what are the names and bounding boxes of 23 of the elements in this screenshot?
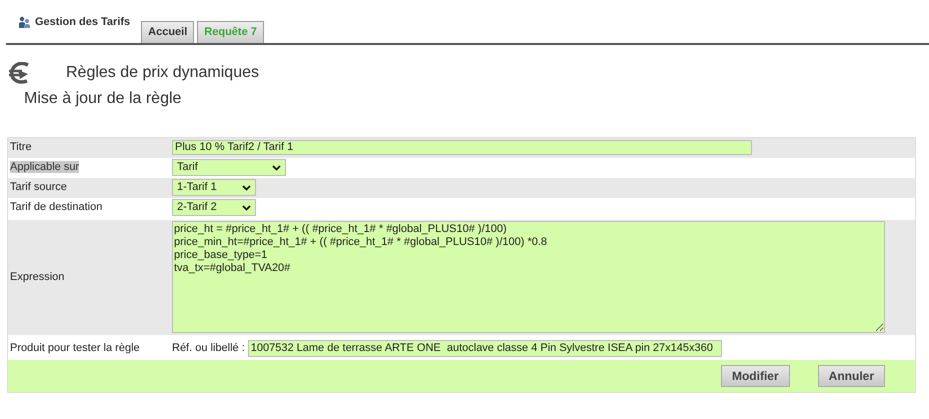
dropdown[interactable]: Tarif [172, 159, 286, 176]
field-label: Tarif source [10, 181, 67, 194]
product-field[interactable]: 1007532 Lame de terrasse ARTE ONE autoclave classe 4 Pin Sylvestre ISEA pin 27x145x360 [248, 340, 722, 357]
chevron-icon [272, 164, 281, 170]
expression-field[interactable]: price_ht = #price_ht_1# + (( #price_ht_1# * #global_PLUS10# )/100) price_min_ht=#price_ht_1# + (( #price_ht_1# * #global_PLUS10# )/100) *0.8 price_base_type=1 tva_tx=#global_TVA20# [172, 221, 885, 333]
field-label: Tarif de destination [10, 201, 102, 214]
action-button[interactable]: Modifier [720, 364, 790, 386]
app-title: Gestion des Tarifs [35, 15, 130, 30]
chevron-icon [242, 184, 251, 190]
field-label: Applicable sur [10, 161, 80, 174]
dropdown[interactable]: 2-Tarif 2 [172, 199, 256, 216]
field-label: Expression [10, 270, 64, 283]
people-icon [18, 16, 31, 29]
search-label: Réf. ou libellé : [172, 341, 245, 356]
dropdown[interactable]: 1-Tarif 1 [172, 179, 256, 196]
field-label: Titre [10, 141, 32, 154]
input-field[interactable]: Plus 10 % Tarif2 / Tarif 1 [172, 140, 752, 155]
page-title: Règles de prix dynamiques [66, 62, 259, 82]
tab[interactable]: Accueil [141, 20, 194, 42]
action-button[interactable]: Annuler [818, 364, 885, 386]
chevron-icon [242, 204, 251, 210]
field-label: Produit pour tester la règle [10, 342, 140, 354]
page-subtitle: Mise à jour de la règle [23, 88, 182, 108]
